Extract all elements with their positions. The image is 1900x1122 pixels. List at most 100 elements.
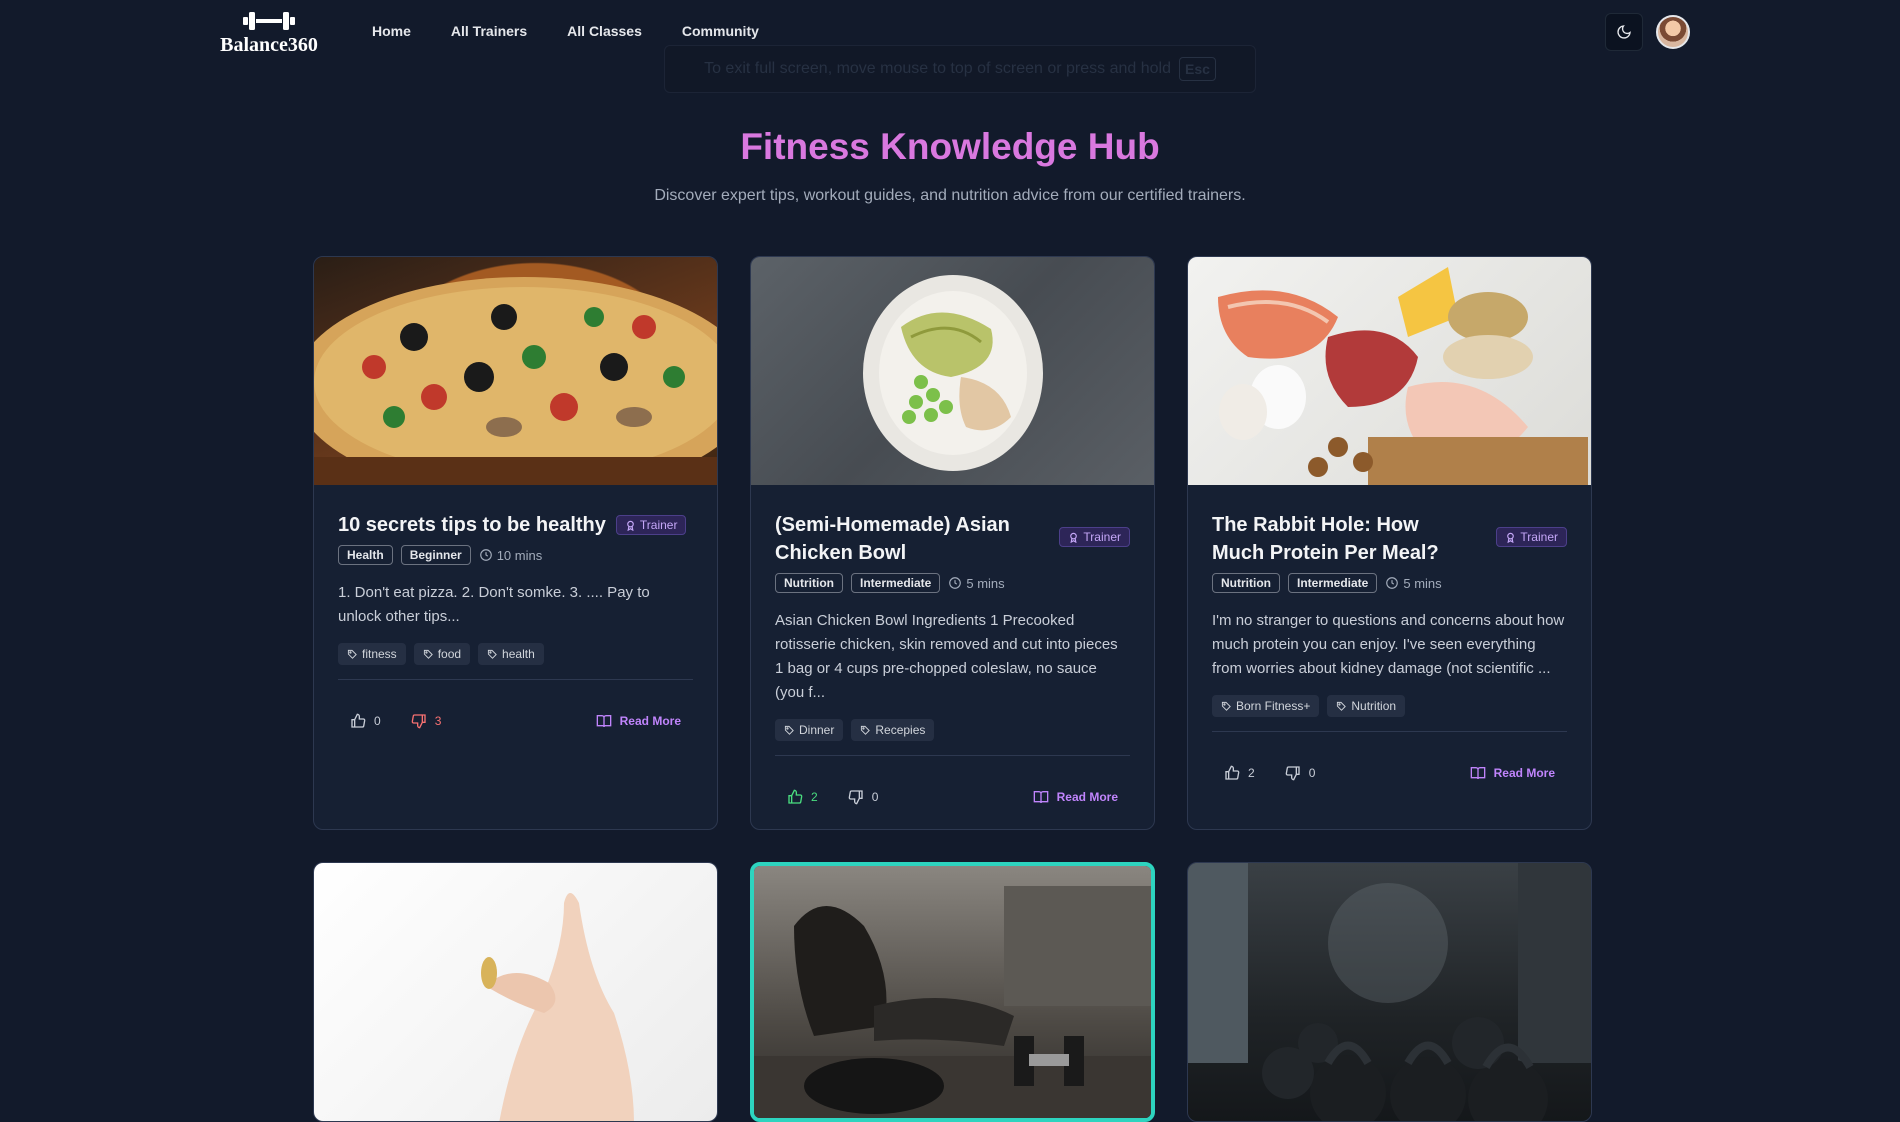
award-icon <box>627 520 634 531</box>
read-more-link[interactable]: Read More <box>596 713 681 729</box>
dislike-count: 0 <box>1308 765 1316 780</box>
card-footer: 2 0 Read More <box>775 755 1130 815</box>
article-excerpt: Asian Chicken Bowl Ingredients 1 Precook… <box>775 612 1118 701</box>
tag[interactable]: Dinner <box>775 719 844 741</box>
trainer-badge-label: Trainer <box>639 518 678 532</box>
clock-icon <box>1386 577 1399 589</box>
article-excerpt: I'm no stranger to questions and concern… <box>1212 612 1565 677</box>
tag-label: Nutrition <box>1351 699 1397 713</box>
read-more-link[interactable]: Read More <box>1470 765 1555 781</box>
page-subtitle: Discover expert tips, workout guides, an… <box>654 187 1246 204</box>
meta-row: Nutrition Intermediate 5 mins <box>1212 573 1567 593</box>
read-more-link[interactable]: Read More <box>1033 789 1118 805</box>
tag-list: fitness food health <box>338 643 693 665</box>
dislike-button[interactable]: 0 <box>1285 765 1316 781</box>
thumbs-down-icon <box>1285 765 1300 780</box>
trainer-badge: Trainer <box>1059 527 1130 547</box>
trainer-badge: Trainer <box>1496 527 1567 547</box>
brand-name: Balance360 <box>220 34 318 56</box>
duration: 5 mins <box>948 576 1005 591</box>
trainer-badge: Trainer <box>615 515 687 535</box>
article-image-capsule-hand[interactable] <box>314 863 717 1121</box>
user-avatar[interactable] <box>1656 15 1690 49</box>
tag[interactable]: Recepies <box>851 719 935 741</box>
meta-row: Nutrition Intermediate 5 mins <box>775 573 1130 593</box>
read-more-label: Read More <box>1493 765 1555 780</box>
tag-label: Recepies <box>875 723 926 737</box>
trainer-badge-label: Trainer <box>1083 530 1121 544</box>
tag-list: Born Fitness+ Nutrition <box>1212 695 1567 717</box>
tag[interactable]: health <box>478 643 544 665</box>
award-icon <box>1507 532 1515 543</box>
dislike-count: 3 <box>434 713 442 728</box>
article-card <box>1187 862 1592 1122</box>
article-image-pizza[interactable] <box>314 257 717 485</box>
like-button[interactable]: 0 <box>350 713 381 729</box>
article-title[interactable]: 10 secrets tips to be healthy <box>338 511 606 539</box>
fullscreen-notice-key: Esc <box>1178 57 1216 81</box>
level-pill: Beginner <box>400 545 471 565</box>
theme-toggle-button[interactable] <box>1605 13 1643 51</box>
like-count: 2 <box>1248 765 1255 780</box>
dislike-button[interactable]: 3 <box>411 713 442 729</box>
brand-logo[interactable]: Balance360 <box>216 10 322 57</box>
article-image-sit-ups-dumbbells[interactable] <box>754 866 1151 1118</box>
nav-link-all-trainers[interactable]: All Trainers <box>451 23 527 39</box>
tag-icon <box>1337 701 1347 711</box>
level-pill: Intermediate <box>1288 573 1378 593</box>
tag[interactable]: Nutrition <box>1327 695 1406 717</box>
tag-icon <box>423 649 433 659</box>
nav-link-all-classes[interactable]: All Classes <box>567 23 642 39</box>
thumbs-up-icon <box>1225 765 1240 780</box>
thumbs-down-icon <box>848 789 863 804</box>
tag-icon <box>487 649 497 659</box>
dumbbell-icon <box>243 12 295 30</box>
tag[interactable]: fitness <box>338 643 406 665</box>
article-title[interactable]: The Rabbit Hole: How Much Protein Per Me… <box>1212 511 1452 567</box>
tag-label: Dinner <box>799 723 835 737</box>
book-open-icon <box>1033 790 1048 803</box>
article-image-salad-bowl[interactable] <box>751 257 1154 485</box>
article-image-protein-foods[interactable] <box>1188 257 1591 485</box>
duration-label: 10 mins <box>496 547 543 563</box>
nav-link-community[interactable]: Community <box>682 23 759 39</box>
tag-icon <box>861 725 871 735</box>
dislike-button[interactable]: 0 <box>848 789 878 805</box>
tag[interactable]: food <box>413 643 471 665</box>
thumbs-up-icon <box>351 713 366 728</box>
tag-label: Born Fitness+ <box>1236 699 1311 713</box>
tag-label: health <box>502 647 535 661</box>
card-body: (Semi-Homemade) Asian Chicken Bowl Train… <box>751 485 1154 815</box>
level-pill: Intermediate <box>851 573 941 593</box>
tag[interactable]: Born Fitness+ <box>1212 695 1320 717</box>
duration: 5 mins <box>1385 576 1442 591</box>
book-open-icon <box>596 714 611 727</box>
thumbs-up-icon <box>788 789 803 804</box>
card-footer: 0 3 Read More <box>338 679 693 739</box>
article-card: 10 secrets tips to be healthy Trainer He… <box>313 256 718 830</box>
page-title: Fitness Knowledge Hub <box>740 126 1160 167</box>
category-pill: Nutrition <box>775 573 843 593</box>
article-card: (Semi-Homemade) Asian Chicken Bowl Train… <box>750 256 1155 830</box>
duration: 10 mins <box>479 547 543 563</box>
like-count: 2 <box>811 789 818 804</box>
card-body: The Rabbit Hole: How Much Protein Per Me… <box>1188 485 1591 791</box>
clock-icon <box>949 577 962 589</box>
article-image-kettlebell-gym[interactable] <box>1188 863 1591 1121</box>
trainer-badge-label: Trainer <box>1520 530 1558 544</box>
card-footer: 2 0 Read More <box>1212 731 1567 791</box>
like-button[interactable]: 2 <box>787 789 818 805</box>
nav-link-home[interactable]: Home <box>372 23 411 39</box>
thumbs-down-icon <box>411 713 426 728</box>
category-pill: Nutrition <box>1212 573 1280 593</box>
read-more-label: Read More <box>619 713 681 728</box>
tag-list: Dinner Recepies <box>775 719 1130 741</box>
article-title[interactable]: (Semi-Homemade) Asian Chicken Bowl <box>775 511 1015 567</box>
fullscreen-notice-text: To exit full screen, move mouse to top o… <box>704 60 1171 77</box>
like-button[interactable]: 2 <box>1224 765 1255 781</box>
article-excerpt: 1. Don't eat pizza. 2. Don't somke. 3. .… <box>338 584 650 625</box>
tag-icon <box>784 725 794 735</box>
tag-icon <box>347 649 357 659</box>
award-icon <box>1070 532 1078 543</box>
read-more-label: Read More <box>1056 789 1118 804</box>
